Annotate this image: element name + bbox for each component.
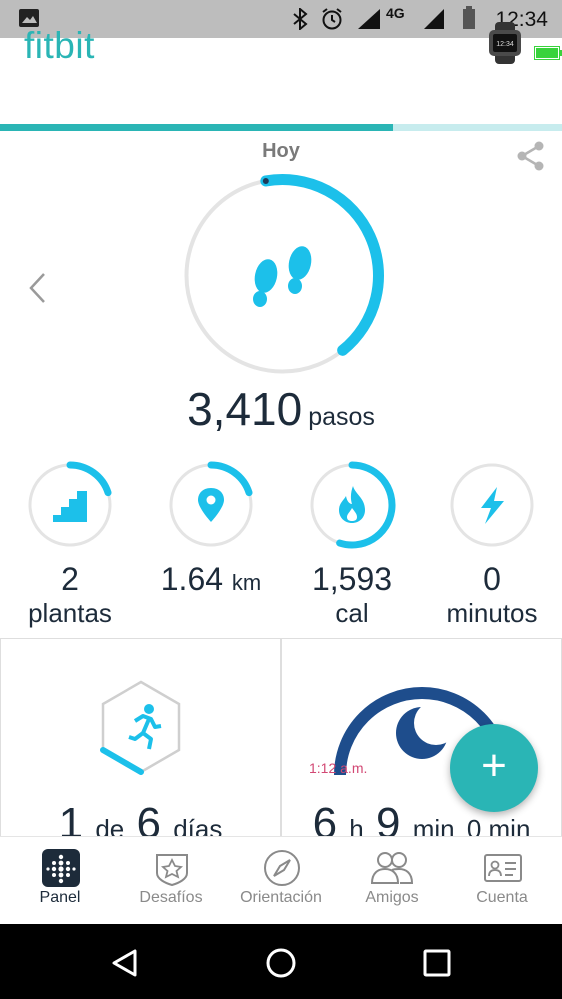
sleep-start-time: 1:12 a.m. xyxy=(309,760,368,776)
nav-account[interactable]: Cuenta xyxy=(446,837,558,925)
distance-value: 1.64 xyxy=(160,561,224,597)
home-icon[interactable] xyxy=(265,947,297,979)
previous-day-chevron-icon[interactable] xyxy=(26,270,48,306)
nav-panel-label: Panel xyxy=(39,889,81,906)
svg-text:12:34: 12:34 xyxy=(496,41,514,48)
system-navigation-bar xyxy=(0,924,562,999)
calories-value: 1,593 xyxy=(311,561,393,597)
lightning-icon xyxy=(481,487,504,524)
tracker-battery-icon xyxy=(534,46,562,60)
signal-icon xyxy=(424,9,444,29)
network-type: 4G xyxy=(386,5,405,21)
distance-unit: km xyxy=(231,570,262,595)
recent-apps-icon[interactable] xyxy=(422,948,452,978)
stat-distance[interactable]: 1.64 km xyxy=(146,460,276,602)
location-pin-icon xyxy=(198,488,224,522)
sleep-minutes-value: 9 xyxy=(375,799,401,839)
nav-guidance[interactable]: Orientación xyxy=(225,837,337,925)
distance-ring xyxy=(169,461,253,547)
floors-ring xyxy=(28,461,112,547)
back-icon[interactable] xyxy=(110,948,140,978)
sleep-summary: 6 h 9 min 0 min xyxy=(282,799,561,839)
challenges-badge-icon xyxy=(156,854,188,887)
account-card-icon xyxy=(484,854,522,882)
nav-challenges[interactable]: Desafíos xyxy=(115,837,227,925)
smartwatch-icon[interactable]: 12:34 xyxy=(487,22,523,64)
active-minutes-unit: minutos xyxy=(446,598,538,628)
nav-challenges-label: Desafíos xyxy=(139,889,203,906)
floors-value: 2 xyxy=(61,561,79,597)
steps-value: 3,410 xyxy=(187,383,303,435)
battery-icon xyxy=(463,6,475,29)
stat-floors[interactable]: 2 plantas xyxy=(5,460,135,628)
exercise-card[interactable]: 1 de 6 días xyxy=(0,639,281,839)
calories-unit: cal xyxy=(335,598,369,628)
exercise-days-value: 1 xyxy=(58,799,84,839)
signal-icon xyxy=(358,9,380,29)
nav-account-label: Cuenta xyxy=(476,889,528,906)
exercise-goal-value: 6 xyxy=(136,799,161,839)
exercise-summary: 1 de 6 días xyxy=(1,799,280,839)
active-minutes-ring xyxy=(450,463,534,547)
compass-icon xyxy=(264,850,300,886)
nav-panel[interactable]: Panel xyxy=(4,837,116,925)
dashboard-icon xyxy=(42,849,80,887)
steps-summary[interactable]: 3,410 pasos xyxy=(0,382,562,436)
nav-guidance-label: Orientación xyxy=(240,889,322,906)
day-label: Hoy xyxy=(262,140,300,162)
floors-unit: plantas xyxy=(28,598,112,628)
sync-progress-fill xyxy=(0,124,394,131)
steps-ring-start-dot xyxy=(262,177,269,184)
steps-unit: pasos xyxy=(308,403,375,431)
floors-progress-arc xyxy=(66,461,112,497)
stat-calories[interactable]: 1,593 cal xyxy=(287,460,417,628)
friends-icon xyxy=(370,852,414,884)
bottom-navigation: Panel Desafíos Orientación Amigos Cuenta xyxy=(0,836,562,924)
alarm-icon xyxy=(322,8,342,30)
footsteps-icon xyxy=(253,246,312,307)
flame-icon xyxy=(339,486,365,523)
active-minutes-value: 0 xyxy=(483,561,501,597)
share-icon[interactable] xyxy=(515,140,547,172)
stairs-icon xyxy=(53,491,87,522)
bluetooth-icon xyxy=(293,8,308,30)
calories-ring xyxy=(310,461,396,549)
moon-icon xyxy=(396,701,458,759)
distance-progress-arc xyxy=(207,461,253,497)
stat-active-minutes[interactable]: 0 minutos xyxy=(427,460,557,628)
steps-progress-ring[interactable] xyxy=(180,173,385,378)
exercise-hexagon xyxy=(100,680,181,775)
brand-logo: fitbit xyxy=(24,25,95,66)
nav-friends-label: Amigos xyxy=(365,889,419,906)
nav-friends[interactable]: Amigos xyxy=(336,837,448,925)
running-person-icon xyxy=(128,704,162,750)
steps-progress-arc xyxy=(260,174,384,356)
sleep-hours-value: 6 xyxy=(312,799,338,839)
add-entry-button[interactable]: + xyxy=(450,724,538,812)
